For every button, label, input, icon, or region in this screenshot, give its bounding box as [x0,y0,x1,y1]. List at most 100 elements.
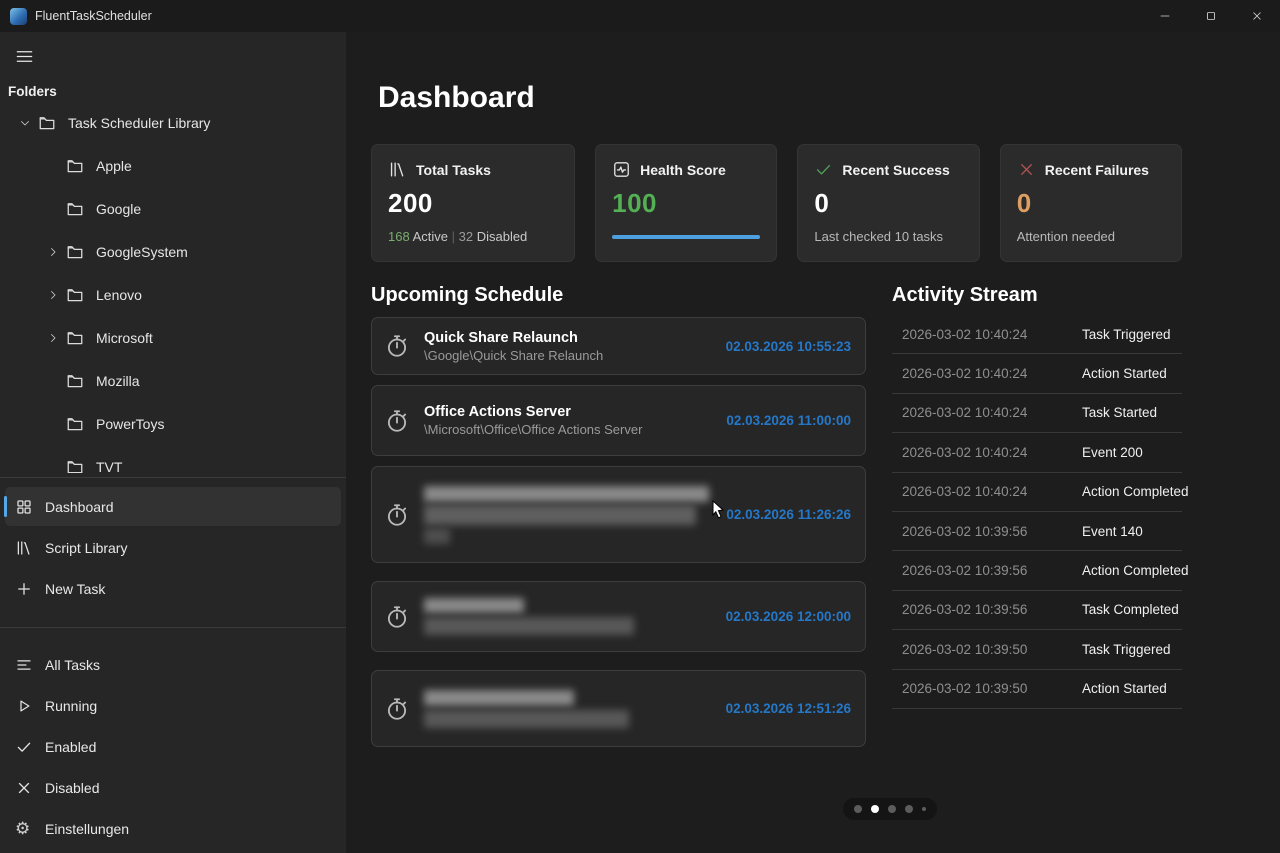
schedule-list: Quick Share Relaunch \Google\Quick Share… [371,317,866,747]
close-button[interactable] [1234,0,1280,32]
tree-item-googlesystem[interactable]: GoogleSystem [0,230,346,273]
card-label: Recent Failures [1045,162,1149,178]
folder-icon [66,157,96,175]
activity-event: Action Started [1070,366,1182,381]
sidebar-item-script-library[interactable]: Script Library [5,528,341,567]
stopwatch-icon [384,408,424,434]
maximize-button[interactable] [1188,0,1234,32]
sidebar: Folders Task Scheduler Library Apple Goo… [0,32,346,853]
sidebar-item-dashboard[interactable]: Dashboard [5,487,341,526]
carousel-dot-5[interactable] [922,807,926,811]
card-subtext: Last checked 10 tasks [814,229,962,244]
activity-timestamp: 2026-03-02 10:40:24 [902,366,1070,381]
sidebar-item-all-tasks[interactable]: All Tasks [5,645,341,684]
task-name: Quick Share Relaunch [424,330,716,346]
folder-icon [66,286,96,304]
chevron-right-icon[interactable] [47,332,59,344]
upcoming-schedule-title: Upcoming Schedule [371,284,866,307]
stat-card-health-score: Health Score 100 [595,144,777,262]
schedule-item[interactable]: Office Actions Server \Microsoft\Office\… [371,385,866,456]
redacted-task-text [424,486,716,544]
task-next-run-time: 02.03.2026 10:55:23 [726,339,851,354]
folder-icon [66,458,96,474]
activity-event: Task Started [1070,405,1182,420]
carousel [642,798,1137,820]
stat-card-recent-failures: Recent Failures 0 Attention needed [1000,144,1182,262]
sidebar-item-enabled[interactable]: Enabled [5,727,341,766]
sidebar-divider [0,627,346,628]
menu-icon [15,47,34,66]
sidebar-item-disabled[interactable]: Disabled [5,768,341,807]
redacted-task-text [424,598,716,635]
tree-item-label: Mozilla [96,373,140,389]
sidebar-item-label: Running [45,698,97,714]
activity-row: 2026-03-02 10:40:24 Action Completed [892,473,1182,512]
tree-item-microsoft[interactable]: Microsoft [0,316,346,359]
activity-event: Task Completed [1070,602,1182,617]
minimize-button[interactable] [1142,0,1188,32]
sidebar-item-einstellungen[interactable]: ⚙ Einstellungen [5,809,341,848]
schedule-item[interactable]: 02.03.2026 12:00:00 [371,581,866,652]
library-icon [388,160,407,179]
selection-accent-bar [4,818,7,839]
chevron-down-icon[interactable] [19,117,31,129]
title-bar: FluentTaskScheduler [0,0,1280,32]
selection-accent-bar [4,537,7,558]
activity-row: 2026-03-02 10:40:24 Action Started [892,354,1182,393]
card-subtext: Attention needed [1017,229,1165,244]
card-subtext: 168 Active | 32 Disabled [388,229,558,244]
tree-item-google[interactable]: Google [0,187,346,230]
selection-accent-bar [4,654,7,675]
tree-item-tvt[interactable]: TVT [0,445,346,473]
list-lines-icon [15,656,45,674]
folder-icon [66,200,96,218]
schedule-item[interactable]: 02.03.2026 11:26:26 [371,466,866,563]
selection-accent-bar [4,777,7,798]
tree-item-powertoys[interactable]: PowerToys [0,402,346,445]
tree-item-lenovo[interactable]: Lenovo [0,273,346,316]
activity-event: Task Triggered [1070,642,1182,657]
selection-accent-bar [4,736,7,757]
carousel-dot-1[interactable] [854,805,862,813]
hamburger-menu-button[interactable] [6,42,42,70]
check-icon [15,738,45,756]
library-icon [15,539,45,557]
plus-icon [15,580,45,598]
activity-timestamp: 2026-03-02 10:39:50 [902,642,1070,657]
main-content: Dashboard Total Tasks 200 168 Active | 3… [346,32,1280,853]
folder-icon [66,329,96,347]
chevron-right-icon[interactable] [47,289,59,301]
carousel-dot-2[interactable] [871,805,879,813]
carousel-dot-4[interactable] [905,805,913,813]
redacted-task-text [424,690,716,728]
stopwatch-icon [384,333,424,359]
folder-icon [38,114,68,132]
tree-item-task-scheduler-library[interactable]: Task Scheduler Library [0,101,346,144]
sidebar-item-new-task[interactable]: New Task [5,569,341,608]
folder-tree: Task Scheduler Library Apple Google Goog… [0,101,346,473]
stat-card-total-tasks: Total Tasks 200 168 Active | 32 Disabled [371,144,575,262]
check-icon [814,160,833,179]
schedule-item[interactable]: Quick Share Relaunch \Google\Quick Share… [371,317,866,375]
carousel-dot-3[interactable] [888,805,896,813]
task-next-run-time: 02.03.2026 11:26:26 [726,507,851,522]
folder-icon [66,372,96,390]
play-icon [15,697,45,715]
activity-event: Action Started [1070,681,1182,696]
activity-timestamp: 2026-03-02 10:40:24 [902,405,1070,420]
folder-icon [66,415,96,433]
schedule-item[interactable]: 02.03.2026 12:51:26 [371,670,866,747]
chevron-right-icon[interactable] [47,246,59,258]
selection-accent-bar [4,578,7,599]
tree-item-apple[interactable]: Apple [0,144,346,187]
upcoming-schedule-section: Upcoming Schedule Quick Share Relaunch \… [371,284,866,757]
sidebar-item-running[interactable]: Running [5,686,341,725]
sidebar-item-label: Einstellungen [45,821,129,837]
activity-timestamp: 2026-03-02 10:40:24 [902,484,1070,499]
sidebar-item-label: All Tasks [45,657,100,673]
activity-row: 2026-03-02 10:39:50 Task Triggered [892,630,1182,669]
tree-item-mozilla[interactable]: Mozilla [0,359,346,402]
tree-item-label: Task Scheduler Library [68,115,210,131]
sidebar-item-label: Dashboard [45,499,114,515]
activity-row: 2026-03-02 10:39:56 Action Completed [892,551,1182,590]
